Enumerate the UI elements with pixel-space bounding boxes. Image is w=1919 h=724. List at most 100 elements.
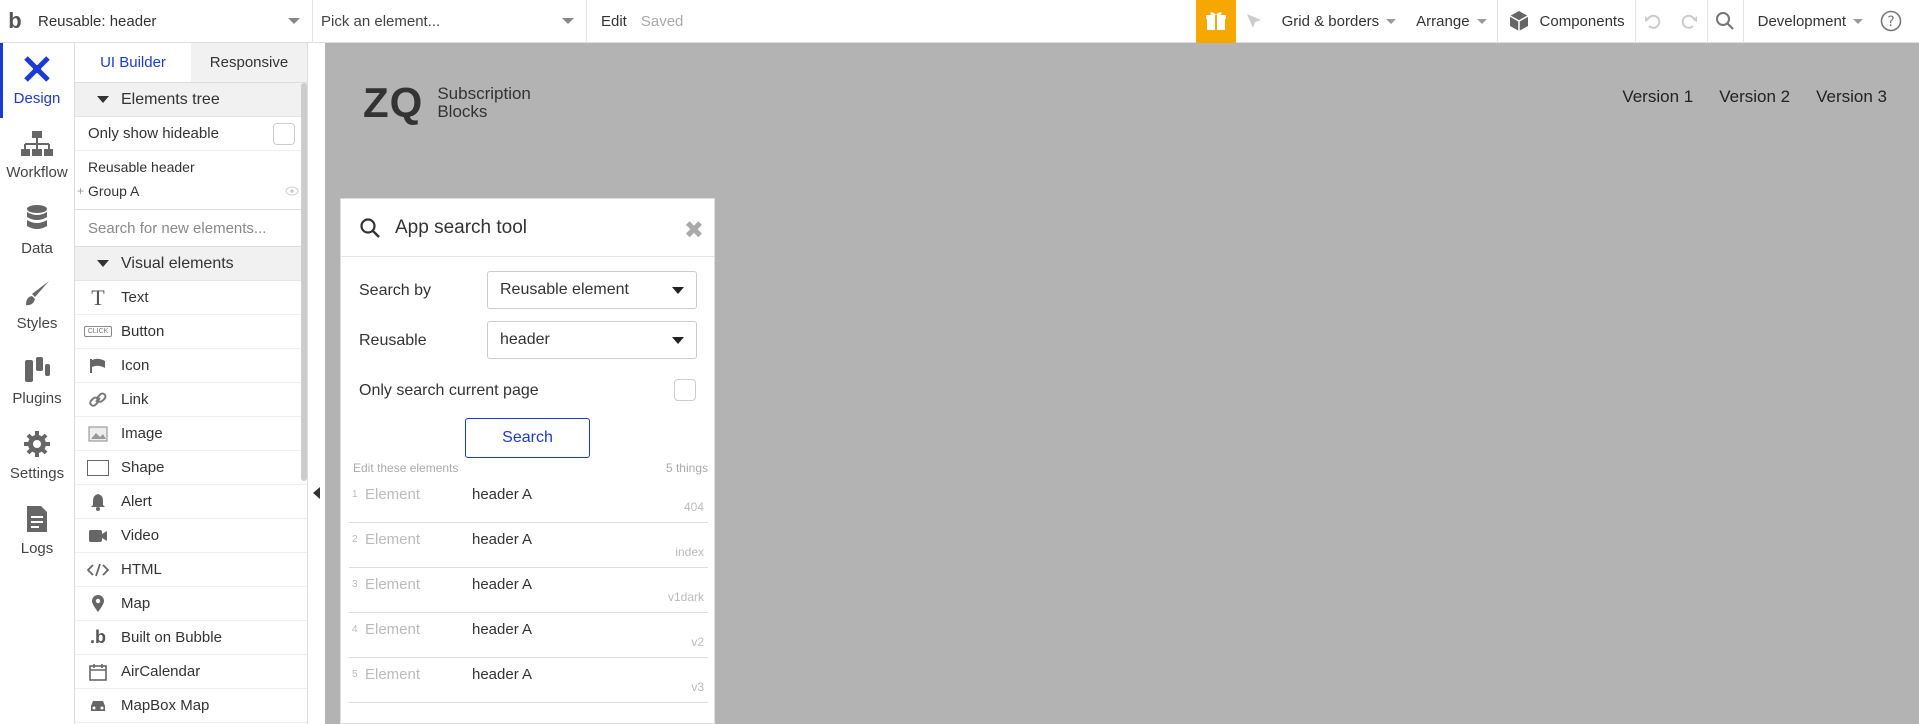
help-button[interactable]: ?	[1873, 0, 1909, 43]
element-icon[interactable]: Icon	[75, 349, 307, 383]
nav-design[interactable]: Design	[0, 43, 74, 118]
result-row[interactable]: 5 Element header A v3	[349, 658, 708, 703]
element-label: Link	[121, 391, 149, 408]
elements-panel: UI Builder Responsive Elements tree Only…	[75, 43, 308, 724]
styles-icon	[26, 281, 49, 306]
element-text[interactable]: T Text	[75, 281, 307, 315]
environment-select[interactable]: Development	[1742, 0, 1873, 43]
nav-settings[interactable]: Settings	[0, 418, 74, 493]
element-html[interactable]: HTML	[75, 553, 307, 587]
element-select[interactable]: Pick an element...	[313, 0, 587, 43]
select-cursor-button[interactable]	[1236, 0, 1272, 43]
result-name: header A	[472, 486, 533, 503]
nav-link-version-2[interactable]: Version 2	[1719, 87, 1790, 107]
result-page: index	[675, 545, 704, 559]
nav-data[interactable]: Data	[0, 193, 74, 268]
nav-link-version-1[interactable]: Version 1	[1622, 87, 1693, 107]
element-built-on-bubble[interactable]: .b Built on Bubble	[75, 621, 307, 655]
element-aircalendar[interactable]: AirCalendar	[75, 655, 307, 689]
edit-button[interactable]: Edit	[591, 0, 637, 43]
element-select-value: Pick an element...	[321, 12, 441, 30]
only-hideable-checkbox[interactable]	[273, 123, 295, 145]
undo-button[interactable]	[1634, 0, 1671, 43]
nav-label: Plugins	[12, 390, 62, 407]
search-button[interactable]	[1706, 0, 1743, 43]
top-bar: b Reusable: header Pick an element... Ed…	[0, 0, 1919, 43]
element-image[interactable]: Image	[75, 417, 307, 451]
chevron-down-icon	[1386, 18, 1397, 24]
components-button[interactable]: Components	[1496, 0, 1635, 43]
panel-tabs: UI Builder Responsive	[75, 43, 307, 83]
results-caption: Edit these elements	[353, 461, 459, 475]
result-page: v3	[691, 680, 704, 694]
page-select-value: Reusable: header	[38, 12, 157, 30]
reusable-select[interactable]: header	[487, 321, 697, 359]
gift-button[interactable]	[1195, 0, 1236, 43]
collapse-panel-icon[interactable]	[313, 487, 320, 499]
result-row[interactable]: 3 Element header A v1dark	[349, 568, 708, 613]
tree-item-group-a[interactable]: + Group A	[75, 179, 307, 203]
nav-logs[interactable]: Logs	[0, 493, 74, 568]
element-map[interactable]: Map	[75, 587, 307, 621]
result-number: 5	[352, 669, 358, 680]
reusable-value: header	[500, 331, 550, 348]
result-row[interactable]: 2 Element header A index	[349, 523, 708, 568]
caret-down-icon	[97, 96, 109, 103]
only-current-page-checkbox[interactable]	[674, 379, 696, 401]
cube-icon	[1509, 11, 1528, 31]
visual-elements-title: Visual elements	[121, 254, 234, 272]
code-icon	[83, 563, 113, 577]
element-mapbox-map[interactable]: MapBox Map	[75, 689, 307, 723]
design-icon	[24, 56, 50, 82]
nav-label: Styles	[16, 315, 58, 332]
brand-line-1: Subscription	[437, 84, 531, 103]
result-row[interactable]: 4 Element header A v2	[349, 613, 708, 658]
element-label: Image	[121, 425, 163, 442]
page-select[interactable]: Reusable: header	[30, 0, 313, 43]
result-name: header A	[472, 576, 533, 593]
panel-scrollbar[interactable]	[301, 83, 307, 481]
element-label: Map	[121, 595, 151, 612]
visual-elements-header[interactable]: Visual elements	[75, 247, 307, 281]
button-icon-text: CLICK	[83, 326, 113, 337]
grid-borders-menu[interactable]: Grid & borders	[1272, 0, 1407, 43]
nav-label: Design	[13, 90, 61, 107]
result-row[interactable]: 1 Element header A 404	[349, 478, 708, 523]
result-number: 3	[352, 579, 358, 590]
nav-label: Settings	[9, 465, 65, 482]
nav-workflow[interactable]: Workflow	[0, 118, 74, 193]
search-by-select[interactable]: Reusable element	[487, 271, 697, 309]
close-icon[interactable]: ✖	[684, 216, 704, 245]
expand-plus-icon[interactable]: +	[77, 184, 84, 198]
tab-ui-builder[interactable]: UI Builder	[75, 43, 191, 82]
search-button[interactable]: Search	[465, 418, 590, 458]
results-count: 5 things	[665, 461, 708, 475]
results-header: Edit these elements 5 things	[353, 461, 708, 475]
bubble-logo[interactable]: b	[0, 0, 30, 43]
environment-label: Development	[1757, 12, 1846, 30]
redo-button[interactable]	[1671, 0, 1707, 43]
result-page: 404	[683, 500, 704, 514]
nav-styles[interactable]: Styles	[0, 268, 74, 343]
element-video[interactable]: Video	[75, 519, 307, 553]
app-search-tool: App search tool ✖ Search by Reusable ele…	[340, 198, 715, 724]
nav-plugins[interactable]: Plugins	[0, 343, 74, 418]
element-alert[interactable]: Alert	[75, 485, 307, 519]
result-name: header A	[472, 531, 533, 548]
element-label: MapBox Map	[121, 697, 210, 714]
result-page: v2	[691, 635, 704, 649]
new-elements-search-input[interactable]: Search for new elements...	[75, 209, 307, 247]
nav-link-version-3[interactable]: Version 3	[1816, 87, 1887, 107]
element-shape[interactable]: Shape	[75, 451, 307, 485]
arrange-menu[interactable]: Arrange	[1406, 0, 1496, 43]
element-button[interactable]: CLICK Button	[75, 315, 307, 349]
tab-responsive[interactable]: Responsive	[191, 43, 307, 82]
car-icon	[83, 699, 113, 713]
element-link[interactable]: Link	[75, 383, 307, 417]
elements-tree-header[interactable]: Elements tree	[75, 83, 307, 117]
gift-icon	[1205, 12, 1226, 30]
tree-item-reusable-header[interactable]: Reusable header	[75, 155, 307, 179]
settings-icon	[24, 431, 50, 457]
brand-logo[interactable]: ZQ Subscription Blocks	[363, 79, 531, 127]
video-icon	[83, 529, 113, 543]
